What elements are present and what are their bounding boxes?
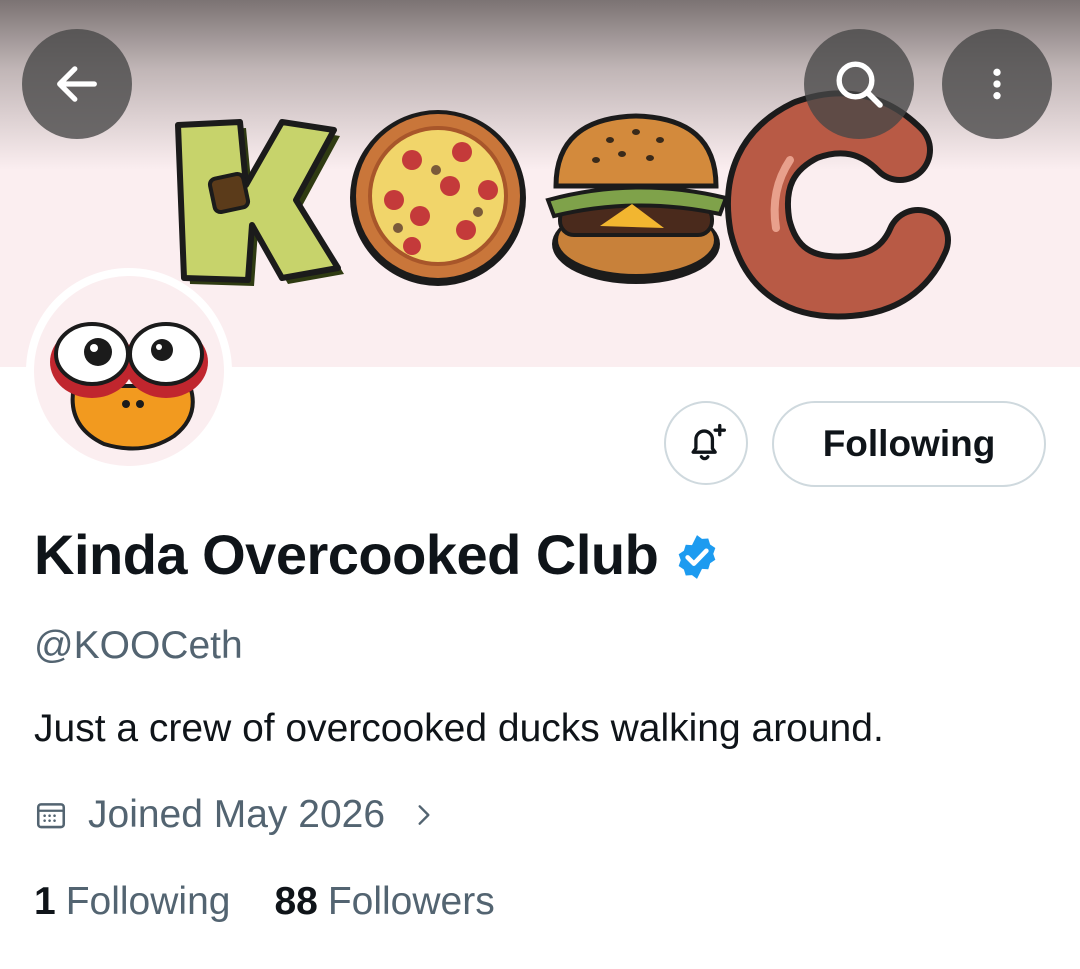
duck-avatar-image: [50, 322, 208, 451]
arrow-left-icon: [57, 66, 97, 102]
following-count: 1: [34, 880, 56, 923]
calendar-icon: [36, 803, 66, 829]
followers-stat-link[interactable]: 88 Followers: [274, 880, 494, 924]
following-button[interactable]: Following: [772, 401, 1046, 487]
search-icon: [836, 61, 883, 108]
profile-name-row: Kinda Overcooked Club: [34, 522, 722, 587]
following-label: Following: [65, 880, 231, 923]
banner-letter-c-sausage: [724, 90, 951, 320]
more-options-button[interactable]: [942, 29, 1052, 139]
search-button[interactable]: [804, 29, 914, 139]
avatar[interactable]: [26, 268, 232, 474]
more-vertical-icon: [993, 68, 1001, 100]
joined-date-row[interactable]: Joined May 2026: [34, 793, 437, 837]
joined-date-text: Joined May 2026: [88, 793, 386, 836]
follow-stats: 1 Following 88 Followers: [34, 880, 539, 924]
profile-handle: @KOOCeth: [34, 624, 243, 667]
followers-count: 88: [274, 880, 318, 923]
back-button[interactable]: [22, 29, 132, 139]
verified-badge-icon[interactable]: [672, 532, 722, 582]
banner-letter-o-pizza: [350, 110, 526, 286]
following-stat-link[interactable]: 1 Following: [34, 880, 230, 924]
notifications-button[interactable]: [664, 401, 748, 485]
profile-bio: Just a crew of overcooked ducks walking …: [34, 707, 884, 750]
followers-label: Followers: [327, 880, 495, 923]
chevron-right-icon: [418, 805, 430, 825]
banner-letter-k: [175, 119, 344, 286]
banner-letter-o-burger: [545, 113, 729, 284]
display-name: Kinda Overcooked Club: [34, 523, 659, 586]
bell-plus-icon: [691, 423, 726, 461]
